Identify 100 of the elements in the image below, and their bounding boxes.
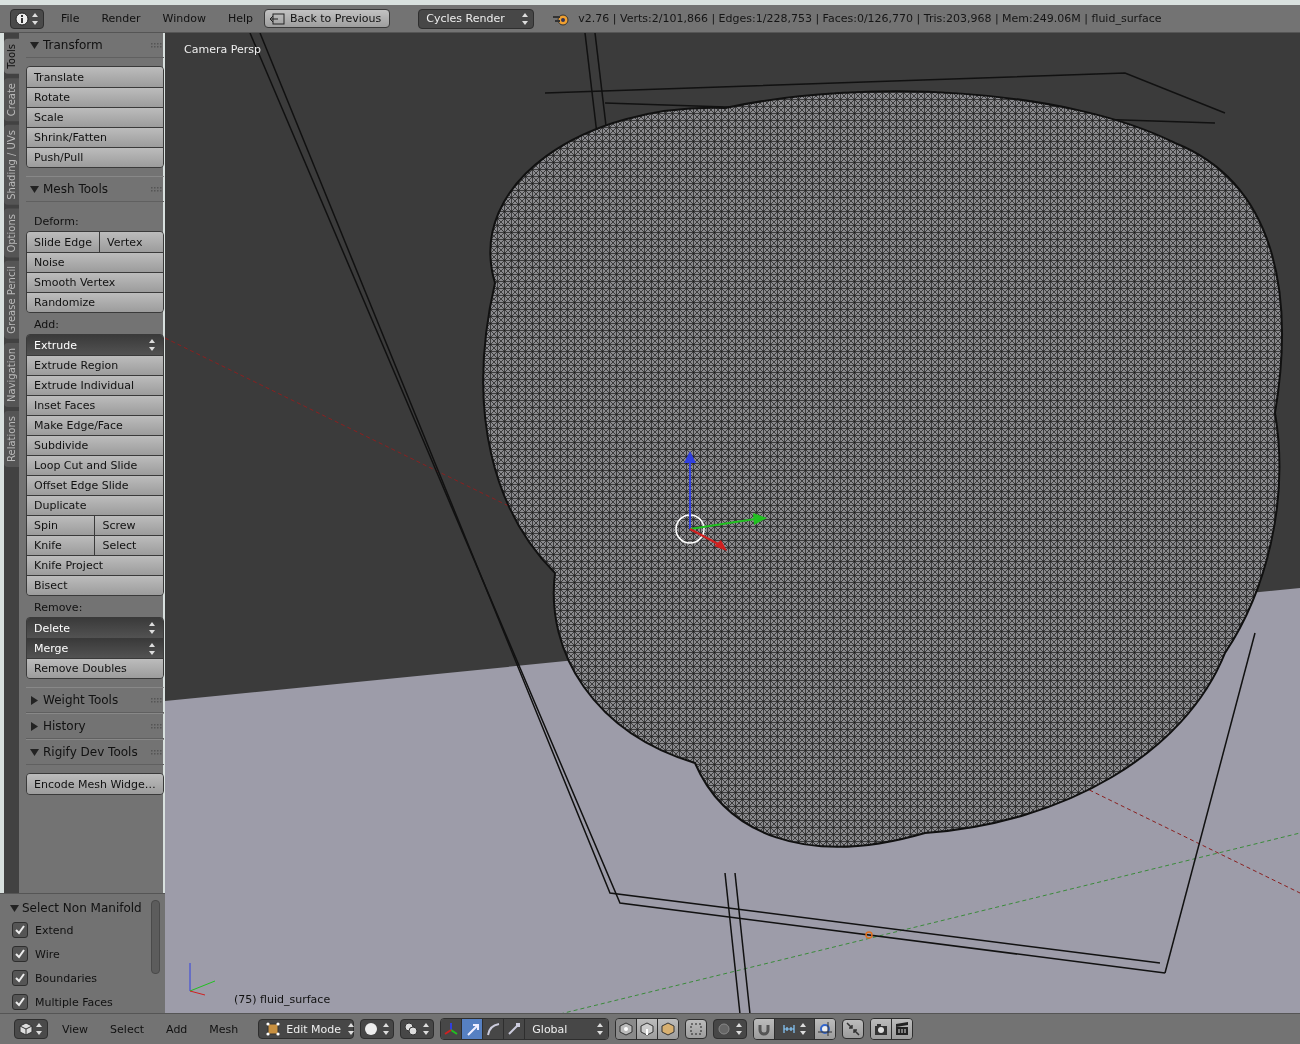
shelf-tab[interactable]: Options bbox=[4, 208, 19, 258]
shelf-tab[interactable]: Create bbox=[4, 77, 19, 121]
menu-item[interactable]: Window bbox=[151, 12, 217, 25]
menu-item[interactable]: View bbox=[54, 1022, 97, 1036]
tool-button[interactable]: Shrink/Fatten bbox=[27, 127, 163, 147]
snap-target-button[interactable] bbox=[814, 1019, 836, 1039]
menu-item[interactable]: Mesh bbox=[201, 1022, 247, 1036]
tool-button[interactable]: Make Edge/Face bbox=[27, 415, 163, 435]
occlusion-toggle[interactable] bbox=[685, 1019, 708, 1039]
tool-button[interactable]: Smooth Vertex bbox=[27, 272, 163, 292]
panel-header[interactable]: Mesh Tools bbox=[26, 176, 164, 202]
origin-point bbox=[865, 931, 873, 939]
snap-toggle[interactable] bbox=[754, 1019, 775, 1039]
axes-icon bbox=[444, 1022, 459, 1036]
panel-header[interactable]: History bbox=[26, 713, 164, 739]
checkbox-option[interactable]: Wire bbox=[10, 942, 165, 966]
proportional-dropdown[interactable] bbox=[713, 1019, 748, 1039]
tool-button[interactable]: Duplicate bbox=[27, 495, 163, 515]
tool-button[interactable]: Subdivide bbox=[27, 435, 163, 455]
manipulator-toggle[interactable] bbox=[441, 1019, 462, 1039]
editor-type-button[interactable] bbox=[14, 1019, 48, 1039]
render-engine-dropdown[interactable]: Cycles Render bbox=[418, 8, 535, 29]
menu-item[interactable]: Render bbox=[90, 12, 152, 25]
manipulator-button[interactable] bbox=[503, 1019, 525, 1039]
checkbox[interactable] bbox=[12, 922, 28, 938]
manipulator-button[interactable] bbox=[482, 1019, 504, 1039]
tool-button[interactable]: Slide Edge bbox=[27, 232, 100, 252]
tool-button[interactable]: Randomize bbox=[27, 292, 163, 312]
menu-item[interactable]: Add bbox=[158, 1022, 196, 1036]
tool-button[interactable]: Spin bbox=[27, 515, 95, 535]
menu-item[interactable]: Help bbox=[216, 12, 265, 25]
tool-button[interactable]: Select bbox=[94, 535, 163, 555]
updown-arrows-icon bbox=[799, 1022, 808, 1036]
tool-dropdown[interactable]: Delete bbox=[27, 618, 163, 638]
select-mode-button[interactable] bbox=[636, 1019, 658, 1039]
tool-button[interactable]: Screw bbox=[94, 515, 163, 535]
mode-dropdown[interactable]: Edit Mode bbox=[258, 1019, 355, 1039]
select-mode-button[interactable] bbox=[657, 1019, 679, 1039]
tool-button[interactable]: Scale bbox=[27, 107, 163, 127]
axis-gizmo-icon bbox=[189, 962, 216, 996]
checkbox[interactable] bbox=[12, 994, 28, 1010]
grip-icon bbox=[150, 749, 162, 755]
snap-align-button[interactable] bbox=[842, 1019, 865, 1039]
tool-button[interactable]: Noise bbox=[27, 252, 163, 272]
checkbox[interactable] bbox=[12, 946, 28, 962]
scene-stats: v2.76 | Verts:2/101,866 | Edges:1/228,753 | Faces:0/126,770 | Tris:203,968 | Mem:249.06M | fluid_surface bbox=[578, 12, 1162, 25]
magnet-icon bbox=[757, 1022, 772, 1036]
pivot-icon bbox=[404, 1022, 419, 1036]
tool-button[interactable]: Vertex bbox=[99, 232, 163, 252]
collapsed-triangle-icon bbox=[30, 695, 39, 705]
orientation-dropdown[interactable]: Global bbox=[524, 1019, 609, 1039]
menu-item[interactable]: File bbox=[50, 12, 91, 25]
panel-header[interactable]: Weight Tools bbox=[26, 687, 164, 713]
snap-element-dropdown[interactable] bbox=[774, 1019, 815, 1039]
tool-button[interactable]: Push/Pull bbox=[27, 147, 163, 167]
tool-button[interactable]: Loop Cut and Slide bbox=[27, 455, 163, 475]
snap-increment-icon bbox=[782, 1022, 797, 1036]
tool-button[interactable]: Extrude Region bbox=[27, 355, 163, 375]
grip-icon bbox=[150, 723, 162, 729]
tool-button[interactable]: Bisect bbox=[27, 575, 163, 595]
panel-header[interactable]: Rigify Dev Tools bbox=[26, 739, 164, 765]
scale-icon bbox=[507, 1022, 522, 1036]
shelf-tab[interactable]: Navigation bbox=[4, 342, 19, 407]
rotate-icon bbox=[486, 1022, 501, 1036]
scrollbar[interactable] bbox=[151, 900, 160, 974]
shelf-tab[interactable]: Shading / UVs bbox=[4, 124, 19, 205]
shelf-tab[interactable]: Grease Pencil bbox=[4, 261, 19, 339]
shelf-tab[interactable]: Relations bbox=[4, 410, 19, 467]
render-animation-button[interactable] bbox=[891, 1019, 913, 1039]
tool-button[interactable]: Extrude Individual bbox=[27, 375, 163, 395]
render-image-button[interactable] bbox=[871, 1019, 892, 1039]
tool-dropdown[interactable]: Extrude bbox=[27, 335, 163, 355]
menu-item[interactable]: Select bbox=[102, 1022, 153, 1036]
tool-dropdown[interactable]: Merge bbox=[27, 638, 163, 658]
updown-arrows-icon bbox=[382, 1022, 391, 1036]
checkbox[interactable] bbox=[12, 970, 28, 986]
manipulator-button[interactable] bbox=[461, 1019, 483, 1039]
editor-type-button[interactable] bbox=[10, 8, 44, 29]
checkbox-option[interactable]: Extend bbox=[10, 918, 165, 942]
tool-button[interactable]: Encode Mesh Widge… bbox=[27, 774, 163, 794]
tool-button[interactable]: Inset Faces bbox=[27, 395, 163, 415]
tool-button[interactable]: Rotate bbox=[27, 87, 163, 107]
tool-button[interactable]: Knife bbox=[27, 535, 95, 555]
checkbox-option[interactable]: Boundaries bbox=[10, 966, 165, 990]
tool-button[interactable]: Knife Project bbox=[27, 555, 163, 575]
shelf-tab[interactable]: Tools bbox=[4, 39, 19, 74]
tool-button[interactable]: Remove Doubles bbox=[27, 658, 163, 678]
panel-header[interactable]: Transform bbox=[26, 33, 164, 58]
select-mode-button[interactable] bbox=[616, 1019, 637, 1039]
updown-arrows-icon bbox=[735, 1022, 744, 1036]
tool-button[interactable]: Offset Edge Slide bbox=[27, 475, 163, 495]
pivot-dropdown[interactable] bbox=[400, 1019, 435, 1039]
shading-dropdown[interactable] bbox=[360, 1019, 395, 1039]
clapperboard-icon bbox=[895, 1022, 910, 1036]
expanded-triangle-icon bbox=[10, 903, 19, 913]
view-name: Camera Persp bbox=[184, 43, 261, 56]
grip-icon bbox=[150, 697, 162, 703]
tool-button[interactable]: Translate bbox=[27, 67, 163, 87]
checkbox-option[interactable]: Multiple Faces bbox=[10, 990, 165, 1014]
back-button[interactable]: Back to Previous bbox=[264, 9, 391, 28]
